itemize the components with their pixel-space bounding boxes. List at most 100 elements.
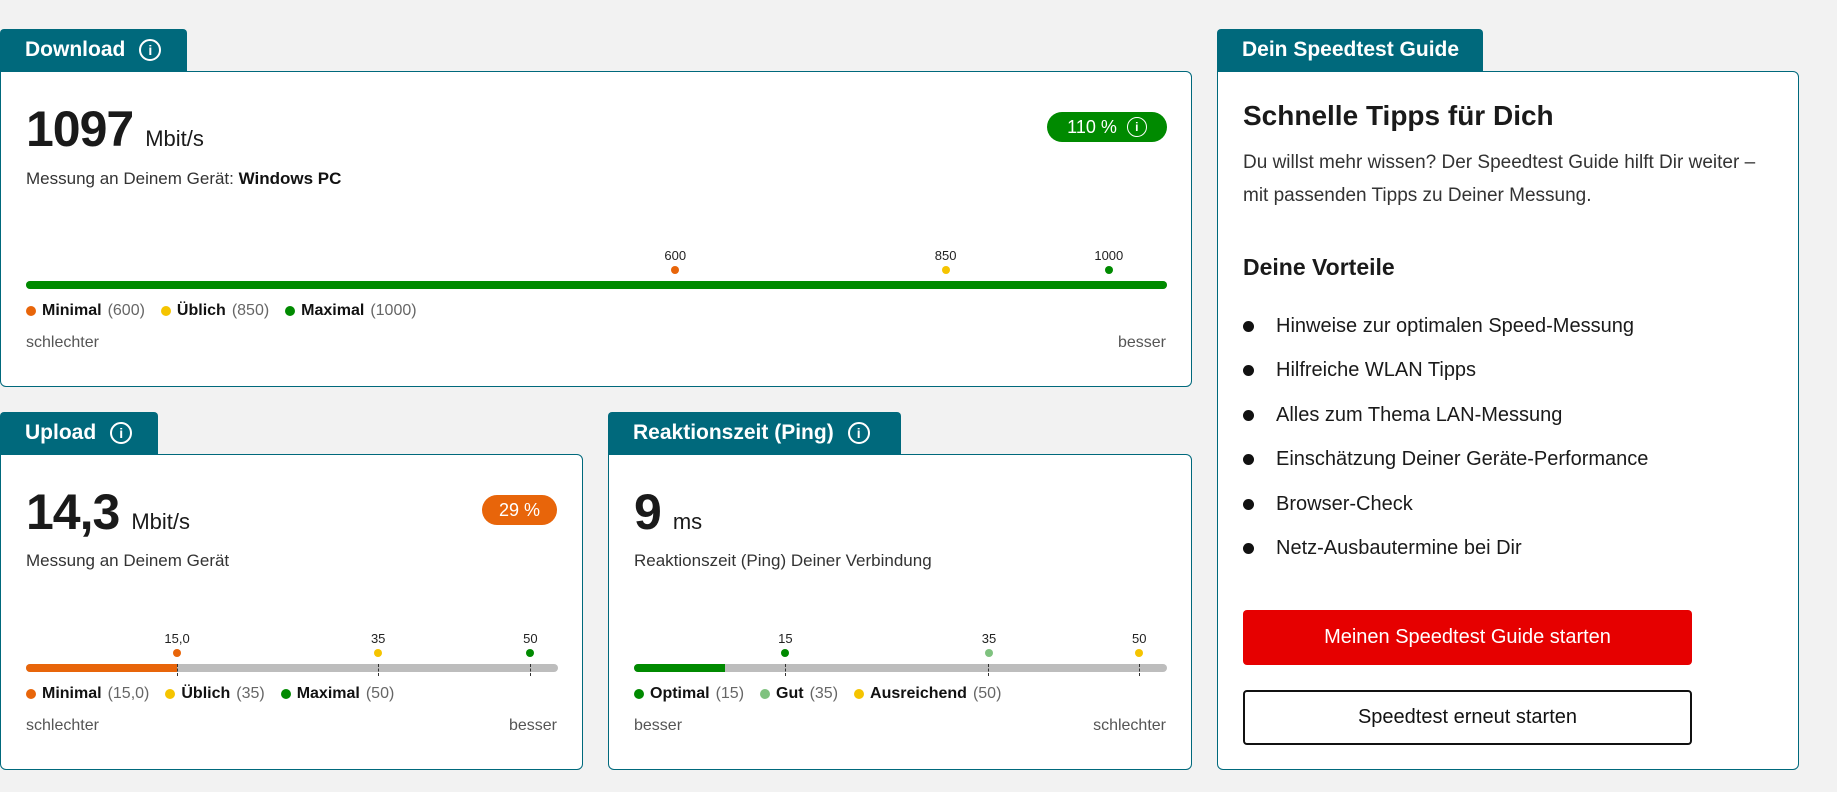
upload-legend: Minimal (15,0) Üblich (35) Maximal (50) <box>26 685 394 703</box>
legend-value: (1000) <box>370 302 417 319</box>
marker-tick <box>529 664 531 676</box>
marker-label: 15,0 <box>164 631 190 646</box>
guide-title: Schnelle Tipps für Dich <box>1243 100 1554 131</box>
legend-name: Ausreichend <box>870 685 967 702</box>
start-guide-button[interactable]: Meinen Speedtest Guide starten <box>1243 610 1692 665</box>
guide-tab: Dein Speedtest Guide <box>1217 29 1483 71</box>
list-item: Netz-Ausbautermine bei Dir <box>1243 527 1648 572</box>
ping-scale-ends: besser schlechter <box>634 717 1166 735</box>
marker-label: 600 <box>664 248 687 263</box>
download-card: 1097 Mbit/s Messung an Deinem Gerät: Win… <box>0 71 1192 387</box>
marker-label: 15 <box>778 631 793 646</box>
download-legend: Minimal (600) Üblich (850) Maximal (1000) <box>26 302 417 320</box>
marker-tick <box>784 664 786 676</box>
info-icon[interactable]: i <box>110 422 133 444</box>
bullet-icon <box>1243 498 1254 510</box>
upload-track <box>26 664 558 672</box>
marker-label: 35 <box>370 631 386 646</box>
legend-name: Minimal <box>42 302 102 319</box>
legend-item: Üblich (850) <box>160 302 270 320</box>
list-item: Hinweise zur optimalen Speed-Messung <box>1243 304 1648 349</box>
legend-value: (15) <box>715 685 745 702</box>
ping-card: 9 ms Reaktionszeit (Ping) Deiner Verbind… <box>608 454 1192 770</box>
legend-dot <box>634 689 644 699</box>
marker-dot <box>173 649 182 657</box>
scale-right-label: besser <box>508 717 557 734</box>
upload-tab: Upload i <box>0 412 158 454</box>
legend-value: (600) <box>107 302 145 319</box>
ping-tab: Reaktionszeit (Ping) i <box>608 412 901 454</box>
marker-tick <box>377 664 379 676</box>
marker-label: 50 <box>523 631 538 646</box>
legend-dot <box>854 689 865 699</box>
legend-value: (35) <box>809 685 839 702</box>
legend-value: (35) <box>236 685 265 702</box>
download-scale-ends: schlechter besser <box>26 334 1166 352</box>
legend-dot <box>760 689 771 699</box>
marker-dot <box>984 649 993 657</box>
bullet-icon <box>1243 320 1254 332</box>
marker-dot <box>671 266 680 274</box>
guide-tab-label: Dein Speedtest Guide <box>1242 38 1460 61</box>
legend-item: Ausreichend (50) <box>854 685 1001 703</box>
legend-name: Maximal <box>301 302 365 319</box>
list-item: Alles zum Thema LAN-Messung <box>1243 393 1648 438</box>
download-tab-label: Download <box>25 38 126 61</box>
info-icon[interactable]: i <box>139 39 162 61</box>
advantages-list: Hinweise zur optimalen Speed-Messung Hil… <box>1243 304 1648 571</box>
advantage-text: Browser-Check <box>1276 492 1413 515</box>
legend-name: Üblich <box>181 685 231 702</box>
download-tab: Download i <box>0 29 187 71</box>
legend-item: Gut (35) <box>760 685 838 703</box>
legend-item: Maximal (1000) <box>285 302 417 320</box>
legend-value: (15,0) <box>107 685 150 702</box>
ping-legend: Optimal (15) Gut (35) Ausreichend (50) <box>634 685 1001 703</box>
legend-value: (50) <box>365 685 395 702</box>
marker-dot <box>374 649 383 657</box>
upload-card: 14,3 Mbit/s Messung an Deinem Gerät 29 %… <box>0 454 583 770</box>
legend-value: (50) <box>972 685 1002 702</box>
advantage-text: Einschätzung Deiner Geräte-Performance <box>1276 448 1649 471</box>
legend-item: Minimal (600) <box>26 302 145 320</box>
advantage-text: Netz-Ausbautermine bei Dir <box>1276 537 1522 560</box>
scale-left-label: schlechter <box>26 334 99 351</box>
legend-name: Üblich <box>176 302 226 319</box>
upload-scale-ends: schlechter besser <box>26 717 557 735</box>
marker-dot <box>781 649 790 657</box>
legend-dot <box>160 306 171 316</box>
marker-label: 35 <box>981 631 997 646</box>
list-item: Browser-Check <box>1243 482 1648 527</box>
bullet-icon <box>1243 409 1254 421</box>
legend-name: Minimal <box>42 685 102 702</box>
scale-left-label: besser <box>634 717 683 734</box>
download-fill <box>26 281 1167 289</box>
marker-dot <box>1135 649 1144 657</box>
legend-dot <box>26 689 36 699</box>
legend-name: Gut <box>776 685 804 702</box>
legend-value: (850) <box>231 302 270 319</box>
guide-description: Du willst mehr wissen? Der Speedtest Gui… <box>1243 152 1756 206</box>
list-item: Einschätzung Deiner Geräte-Performance <box>1243 438 1648 483</box>
bullet-icon <box>1243 454 1254 466</box>
ping-tab-label: Reaktionszeit (Ping) <box>633 421 834 444</box>
legend-dot <box>165 689 176 699</box>
ping-fill <box>634 664 725 672</box>
legend-name: Optimal <box>650 685 710 702</box>
advantage-text: Hinweise zur optimalen Speed-Messung <box>1276 314 1634 337</box>
marker-dot <box>1104 266 1113 274</box>
scale-left-label: schlechter <box>26 717 99 734</box>
advantage-text: Hilfreiche WLAN Tipps <box>1276 359 1477 382</box>
list-item: Hilfreiche WLAN Tipps <box>1243 349 1648 394</box>
marker-label: 1000 <box>1094 248 1124 263</box>
restart-speedtest-button[interactable]: Speedtest erneut starten <box>1243 690 1692 745</box>
marker-tick <box>988 664 990 676</box>
legend-item: Maximal (50) <box>280 685 395 703</box>
marker-label: 50 <box>1132 631 1147 646</box>
legend-item: Minimal (15,0) <box>26 685 149 703</box>
marker-label: 850 <box>934 248 957 263</box>
info-icon[interactable]: i <box>847 422 870 444</box>
marker-tick <box>1138 664 1140 676</box>
legend-name: Maximal <box>296 685 360 702</box>
ping-track <box>634 664 1167 672</box>
download-track <box>26 281 1167 289</box>
